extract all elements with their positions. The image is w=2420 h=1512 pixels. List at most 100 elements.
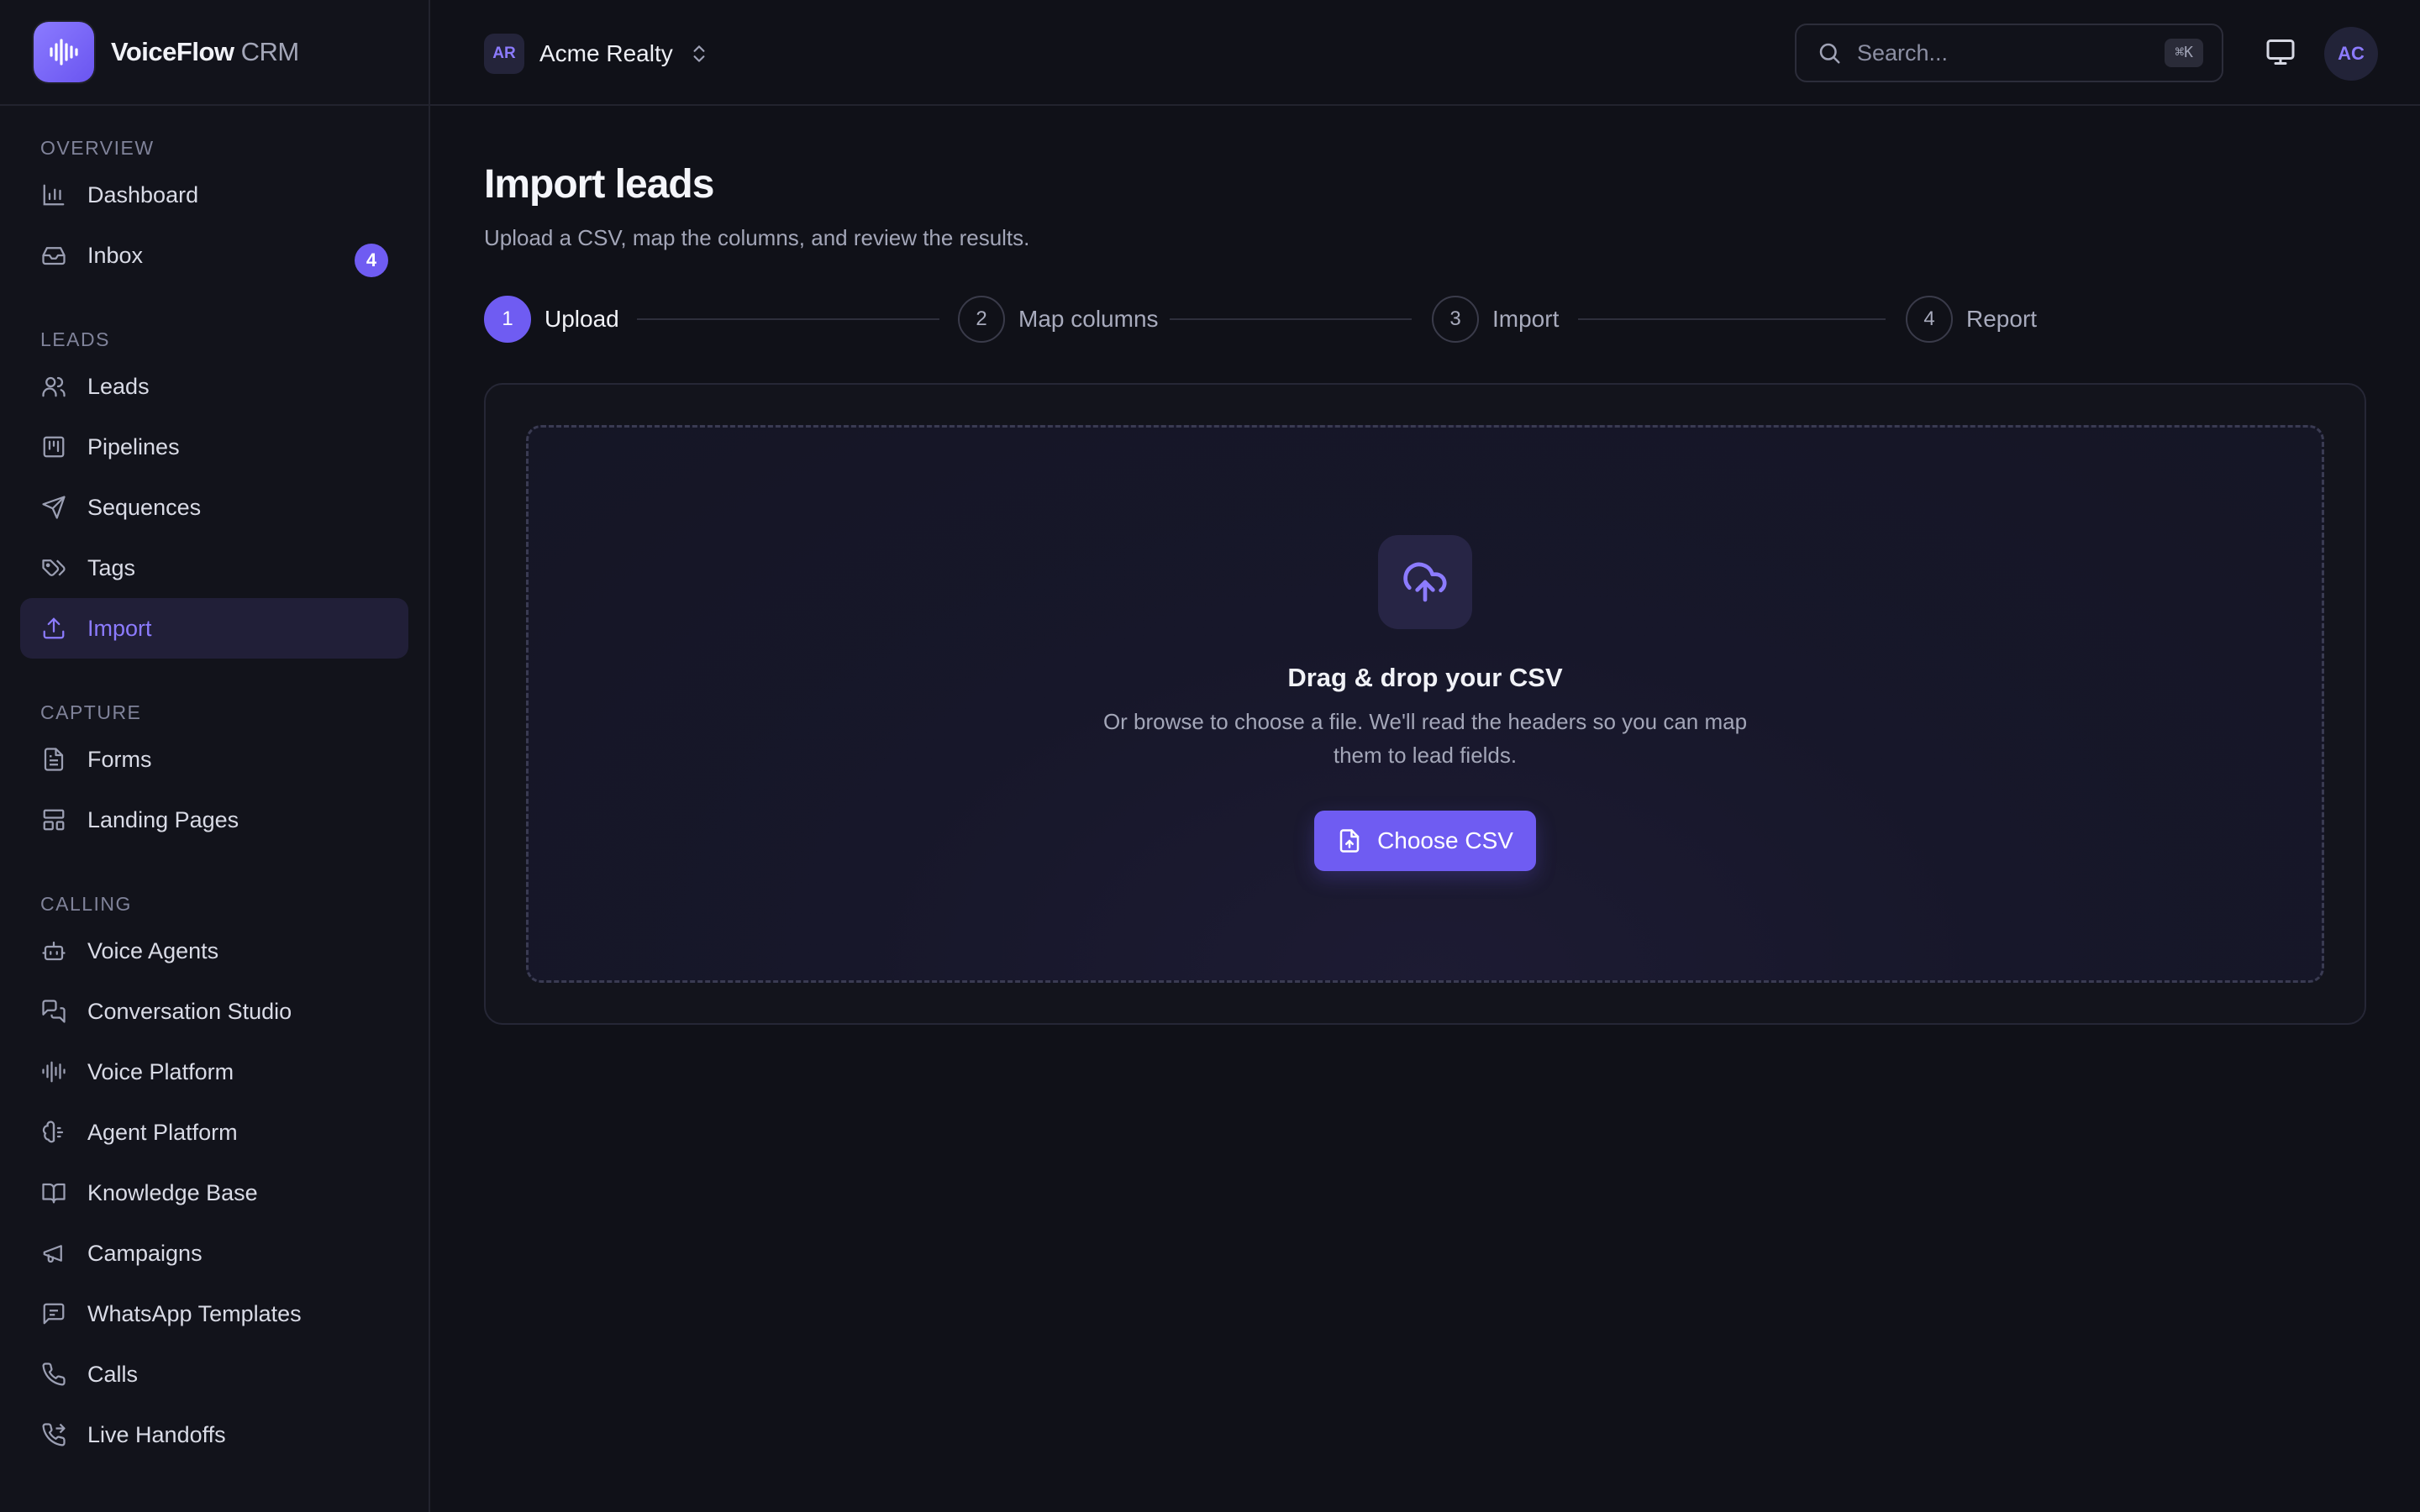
sidebar-item-inbox[interactable]: Inbox 4 bbox=[20, 225, 408, 286]
page-subtitle: Upload a CSV, map the columns, and revie… bbox=[484, 225, 1030, 250]
file-up-icon bbox=[1337, 828, 1362, 853]
sidebar-item-campaigns[interactable]: Campaigns bbox=[20, 1223, 408, 1284]
step-connector bbox=[1578, 318, 1886, 320]
sidebar-item-label: Landing Pages bbox=[87, 806, 239, 832]
sidebar-item-dashboard[interactable]: Dashboard bbox=[20, 165, 408, 225]
user-avatar[interactable]: AC bbox=[2324, 27, 2378, 81]
sidebar-item-label: Agent Platform bbox=[87, 1119, 238, 1145]
sidebar-item-label: Sequences bbox=[87, 494, 202, 520]
step-map-columns: 2 Map columns bbox=[958, 296, 1159, 343]
waveform-logo-icon bbox=[34, 22, 94, 82]
step-upload: 1 Upload bbox=[484, 296, 619, 343]
step-connector bbox=[637, 318, 939, 320]
step-label: Import bbox=[1492, 306, 1560, 332]
page-title: Import leads bbox=[484, 162, 714, 207]
message-square-icon bbox=[40, 1300, 67, 1327]
search-input[interactable]: Search... ⌘K bbox=[1795, 24, 2223, 82]
sidebar-item-label: Live Handoffs bbox=[87, 1421, 226, 1447]
dropzone-description: Or browse to choose a file. We'll read t… bbox=[1102, 709, 1748, 768]
sidebar-item-sequences[interactable]: Sequences bbox=[20, 477, 408, 538]
book-icon bbox=[40, 1179, 67, 1206]
kanban-icon bbox=[40, 433, 67, 460]
sidebar-item-label: Campaigns bbox=[87, 1240, 203, 1266]
org-avatar: AR bbox=[484, 34, 524, 74]
sidebar-item-label: Tags bbox=[87, 554, 136, 580]
step-number: 1 bbox=[484, 296, 531, 343]
sidebar-item-landing-pages[interactable]: Landing Pages bbox=[20, 790, 408, 850]
step-import: 3 Import bbox=[1432, 296, 1559, 343]
sidebar-item-label: WhatsApp Templates bbox=[87, 1300, 302, 1326]
cloud-upload-icon bbox=[1378, 535, 1472, 629]
brain-icon bbox=[40, 1119, 67, 1146]
file-text-icon bbox=[40, 746, 67, 773]
step-number: 4 bbox=[1906, 296, 1953, 343]
sidebar-item-label: Inbox bbox=[87, 242, 144, 268]
sidebar-item-agent-platform[interactable]: Agent Platform bbox=[20, 1102, 408, 1163]
sidebar-item-label: Leads bbox=[87, 373, 150, 399]
sidebar-item-voice-agents[interactable]: Voice Agents bbox=[20, 921, 408, 981]
step-number: 3 bbox=[1432, 296, 1479, 343]
phone-icon bbox=[40, 1361, 67, 1388]
step-label: Upload bbox=[544, 306, 619, 332]
sidebar-item-label: Import bbox=[87, 615, 152, 641]
messages-icon bbox=[40, 998, 67, 1025]
upload-icon bbox=[40, 615, 67, 642]
sidebar-item-label: Pipelines bbox=[87, 433, 180, 459]
step-number: 2 bbox=[958, 296, 1005, 343]
sidebar-item-label: Knowledge Base bbox=[87, 1179, 258, 1205]
choose-csv-button[interactable]: Choose CSV bbox=[1314, 811, 1536, 871]
step-label: Report bbox=[1966, 306, 2038, 332]
sidebar-item-pipelines[interactable]: Pipelines bbox=[20, 417, 408, 477]
sidebar-item-label: Forms bbox=[87, 746, 152, 772]
step-report: 4 Report bbox=[1906, 296, 2037, 343]
sidebar-item-forms[interactable]: Forms bbox=[20, 729, 408, 790]
sidebar-item-conversation-studio[interactable]: Conversation Studio bbox=[20, 981, 408, 1042]
sidebar-item-whatsapp-templates[interactable]: WhatsApp Templates bbox=[20, 1284, 408, 1344]
phone-forward-icon bbox=[40, 1421, 67, 1448]
search-shortcut-kbd: ⌘K bbox=[2165, 39, 2203, 67]
step-connector bbox=[1170, 318, 1412, 320]
megaphone-icon bbox=[40, 1240, 67, 1267]
org-name: Acme Realty bbox=[539, 40, 673, 66]
choose-csv-label: Choose CSV bbox=[1377, 827, 1513, 853]
section-label-overview: OVERVIEW bbox=[40, 137, 155, 159]
sidebar-item-leads[interactable]: Leads bbox=[20, 356, 408, 417]
inbox-icon bbox=[40, 242, 67, 269]
layout-icon bbox=[40, 806, 67, 833]
brand[interactable]: VoiceFlow CRM bbox=[0, 0, 429, 106]
sidebar-item-label: Calls bbox=[87, 1361, 139, 1387]
sidebar-nav: OVERVIEW Dashboard Inbox 4 LEADS Leads P… bbox=[0, 106, 429, 1465]
dropzone-title: Drag & drop your CSV bbox=[1287, 663, 1563, 692]
csv-dropzone[interactable]: Drag & drop your CSV Or browse to choose… bbox=[526, 425, 2324, 983]
inbox-count-badge: 4 bbox=[355, 244, 388, 277]
import-stepper: 1 Upload 2 Map columns 3 Import 4 Report bbox=[484, 296, 2366, 343]
search-placeholder: Search... bbox=[1857, 39, 1949, 66]
sidebar-item-knowledge-base[interactable]: Knowledge Base bbox=[20, 1163, 408, 1223]
sidebar-item-calls[interactable]: Calls bbox=[20, 1344, 408, 1404]
brand-name: VoiceFlow CRM bbox=[111, 37, 299, 66]
sidebar-item-label: Voice Platform bbox=[87, 1058, 234, 1084]
users-icon bbox=[40, 373, 67, 400]
chevrons-up-down-icon bbox=[688, 43, 710, 65]
org-switcher[interactable]: AR Acme Realty bbox=[484, 34, 710, 74]
bar-chart-icon bbox=[40, 181, 67, 208]
sidebar-item-label: Dashboard bbox=[87, 181, 199, 207]
step-label: Map columns bbox=[1018, 306, 1159, 332]
sidebar-item-import[interactable]: Import bbox=[20, 598, 408, 659]
sidebar: VoiceFlow CRM OVERVIEW Dashboard Inbox 4… bbox=[0, 0, 430, 1512]
search-icon bbox=[1817, 40, 1842, 66]
monitor-icon[interactable] bbox=[2265, 37, 2296, 67]
topbar: AR Acme Realty Search... ⌘K AC bbox=[430, 0, 2420, 106]
tags-icon bbox=[40, 554, 67, 581]
sidebar-item-live-handoffs[interactable]: Live Handoffs bbox=[20, 1404, 408, 1465]
section-label-capture: CAPTURE bbox=[40, 701, 142, 723]
audio-lines-icon bbox=[40, 1058, 67, 1085]
sidebar-item-tags[interactable]: Tags bbox=[20, 538, 408, 598]
upload-card: Drag & drop your CSV Or browse to choose… bbox=[484, 383, 2366, 1025]
bot-icon bbox=[40, 937, 67, 964]
sidebar-item-label: Conversation Studio bbox=[87, 998, 292, 1024]
section-label-leads: LEADS bbox=[40, 328, 110, 350]
section-label-calling: CALLING bbox=[40, 893, 132, 915]
sidebar-item-voice-platform[interactable]: Voice Platform bbox=[20, 1042, 408, 1102]
send-icon bbox=[40, 494, 67, 521]
